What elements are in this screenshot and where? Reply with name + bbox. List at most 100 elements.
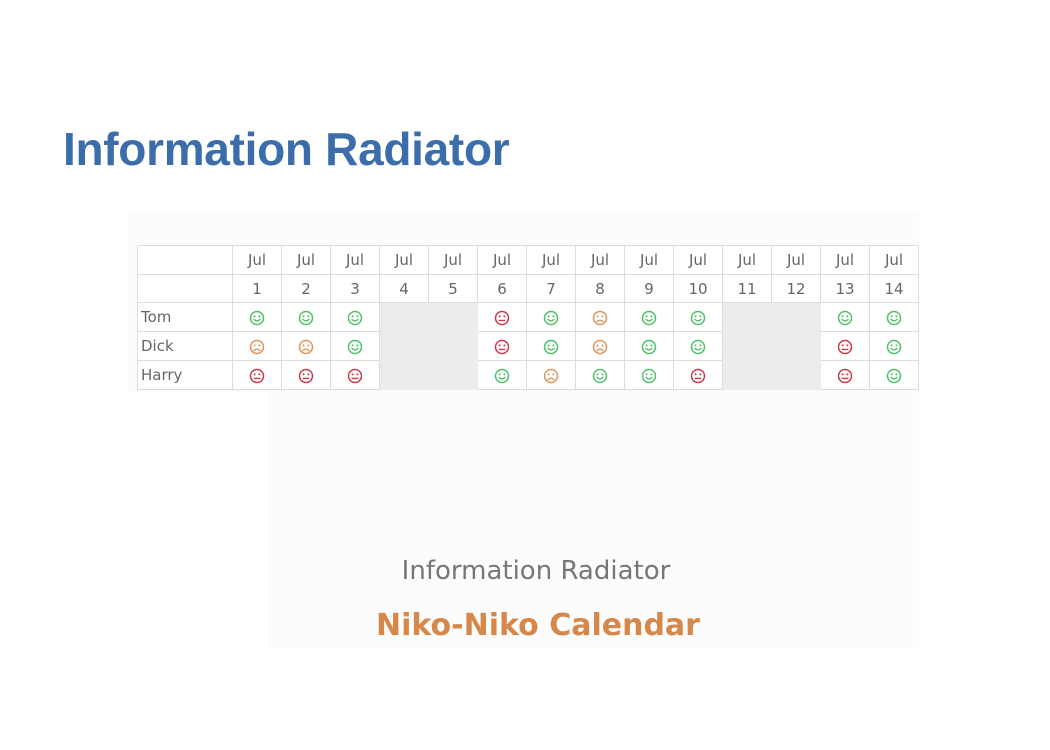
smiling-face-icon <box>347 310 363 325</box>
mood-cell <box>330 302 380 332</box>
day-number-cell: 3 <box>330 274 380 303</box>
straight-face-icon <box>298 368 314 383</box>
header-month-row: Jul Jul Jul Jul Jul Jul Jul Jul Jul Jul Jul Jul Jul J… <box>137 245 919 275</box>
month-label-cell: Jul <box>526 245 576 275</box>
header-corner-cell <box>137 245 233 275</box>
mood-cell <box>869 331 919 361</box>
team-member-name: Tom <box>137 302 233 332</box>
weekend-cell <box>722 360 772 390</box>
frowning-face-icon <box>543 368 559 383</box>
day-number-cell: 4 <box>379 274 429 303</box>
mood-cell <box>477 360 527 390</box>
day-number-cell: 10 <box>673 274 723 303</box>
straight-face-icon <box>837 368 853 383</box>
smiling-face-icon <box>298 310 314 325</box>
mood-cell <box>281 360 331 390</box>
smiling-face-icon <box>690 310 706 325</box>
smiling-face-icon <box>886 368 902 383</box>
smiling-face-icon <box>837 310 853 325</box>
weekend-cell <box>771 331 821 361</box>
mood-cell <box>575 302 625 332</box>
mood-cell <box>575 331 625 361</box>
frowning-face-icon <box>249 339 265 354</box>
mood-cell <box>869 360 919 390</box>
mood-cell <box>624 360 674 390</box>
team-member-row: Dick <box>137 331 919 361</box>
smiling-face-icon <box>494 368 510 383</box>
day-number-cell: 5 <box>428 274 478 303</box>
team-member-row: Harry <box>137 360 919 390</box>
mood-cell <box>526 302 576 332</box>
smiling-face-icon <box>543 310 559 325</box>
mood-cell <box>526 331 576 361</box>
niko-niko-calendar-table: Jul Jul Jul Jul Jul Jul Jul Jul Jul Jul Jul Jul Jul J… <box>137 245 919 390</box>
panel-background <box>127 392 267 648</box>
straight-face-icon <box>249 368 265 383</box>
month-label-cell: Jul <box>575 245 625 275</box>
month-label-cell: Jul <box>330 245 380 275</box>
header-day-row: 1 2 3 4 5 6 7 8 9 10 11 12 13 14 <box>137 274 919 303</box>
weekend-cell <box>428 360 478 390</box>
caption-title: Niko-Niko Calendar <box>376 608 700 643</box>
slide-title: Information Radiator <box>63 123 510 175</box>
weekend-cell <box>428 302 478 332</box>
mood-cell <box>673 302 723 332</box>
mood-cell <box>673 360 723 390</box>
mood-cell <box>820 331 870 361</box>
month-label-cell: Jul <box>722 245 772 275</box>
weekend-cell <box>379 302 429 332</box>
mood-cell <box>624 331 674 361</box>
month-label-cell: Jul <box>232 245 282 275</box>
straight-face-icon <box>494 310 510 325</box>
weekend-cell <box>771 360 821 390</box>
day-number-cell: 13 <box>820 274 870 303</box>
straight-face-icon <box>494 339 510 354</box>
month-label-cell: Jul <box>281 245 331 275</box>
day-number-cell: 9 <box>624 274 674 303</box>
mood-cell <box>820 360 870 390</box>
month-label-cell: Jul <box>673 245 723 275</box>
mood-cell <box>232 302 282 332</box>
smiling-face-icon <box>886 339 902 354</box>
month-label-cell: Jul <box>771 245 821 275</box>
straight-face-icon <box>690 368 706 383</box>
month-label-cell: Jul <box>428 245 478 275</box>
smiling-face-icon <box>641 310 657 325</box>
weekend-cell <box>771 302 821 332</box>
month-label-cell: Jul <box>869 245 919 275</box>
weekend-cell <box>379 360 429 390</box>
mood-cell <box>477 302 527 332</box>
day-number-cell: 14 <box>869 274 919 303</box>
mood-cell <box>330 331 380 361</box>
weekend-cell <box>379 331 429 361</box>
caption-subtitle: Information Radiator <box>401 556 671 586</box>
weekend-cell <box>722 302 772 332</box>
mood-cell <box>281 331 331 361</box>
mood-cell <box>673 331 723 361</box>
day-number-cell: 11 <box>722 274 772 303</box>
month-label-cell: Jul <box>477 245 527 275</box>
day-number-cell: 7 <box>526 274 576 303</box>
smiling-face-icon <box>641 368 657 383</box>
month-label-cell: Jul <box>379 245 429 275</box>
smiling-face-icon <box>641 339 657 354</box>
smiling-face-icon <box>347 339 363 354</box>
day-number-cell: 12 <box>771 274 821 303</box>
smiling-face-icon <box>543 339 559 354</box>
smiling-face-icon <box>249 310 265 325</box>
mood-cell <box>869 302 919 332</box>
mood-cell <box>232 360 282 390</box>
weekend-cell <box>428 331 478 361</box>
frowning-face-icon <box>592 310 608 325</box>
month-label-cell: Jul <box>820 245 870 275</box>
day-number-cell: 1 <box>232 274 282 303</box>
day-number-cell: 8 <box>575 274 625 303</box>
mood-cell <box>526 360 576 390</box>
straight-face-icon <box>837 339 853 354</box>
team-member-name: Dick <box>137 331 233 361</box>
mood-cell <box>232 331 282 361</box>
smiling-face-icon <box>592 368 608 383</box>
frowning-face-icon <box>592 339 608 354</box>
frowning-face-icon <box>298 339 314 354</box>
day-number-cell: 6 <box>477 274 527 303</box>
